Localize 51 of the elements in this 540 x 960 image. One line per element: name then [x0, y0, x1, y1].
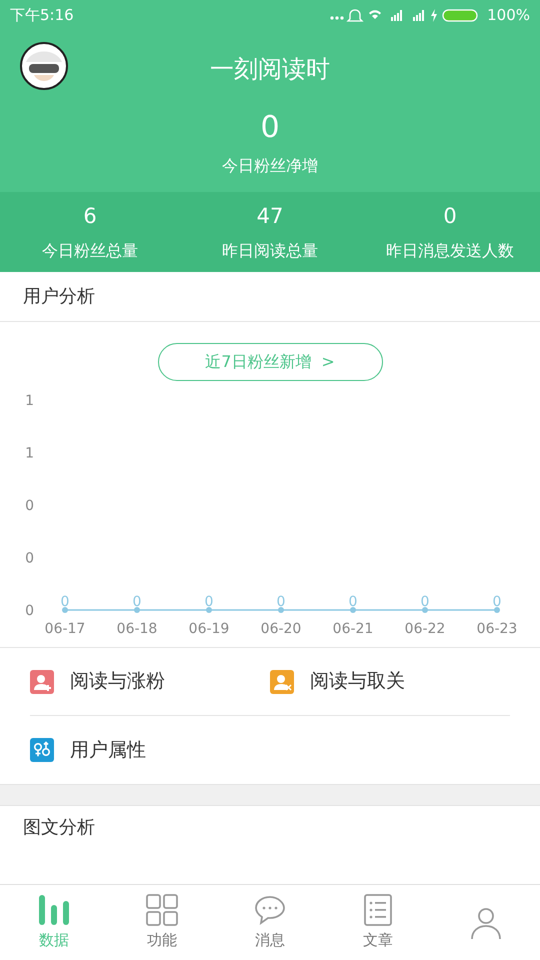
nav-tab[interactable]: 消息 [216, 885, 324, 960]
data-label: 0 [420, 594, 430, 610]
x-tick-label: 06-19 [188, 621, 230, 637]
account-title: 一刻阅读时 [210, 54, 330, 85]
analysis-link[interactable]: 阅读与取关 [270, 667, 510, 696]
nav-tab[interactable]: 文章 [324, 885, 432, 960]
stat-value: 47 [256, 203, 284, 230]
data-label: 0 [492, 594, 502, 610]
chat-bubble-icon [253, 893, 287, 928]
net-growth-label: 今日粉丝净增 [222, 155, 318, 177]
y-tick-label: 1 [25, 393, 34, 409]
stat-value: 0 [443, 203, 457, 230]
grid-icon [145, 893, 179, 928]
person-icon [469, 906, 503, 940]
data-point [134, 607, 140, 613]
data-point [278, 607, 284, 613]
stat-value: 6 [83, 203, 97, 230]
data-label: 0 [276, 594, 286, 610]
data-point [62, 607, 68, 613]
x-tick-label: 06-17 [44, 621, 86, 637]
analysis-link[interactable]: 阅读与涨粉 [30, 667, 270, 696]
y-tick-label: 0 [25, 550, 34, 566]
data-label: 0 [348, 594, 358, 610]
x-tick-label: 06-20 [260, 621, 302, 637]
data-point [206, 607, 212, 613]
stat-label: 昨日阅读总量 [222, 240, 318, 262]
stat-label: 今日粉丝总量 [42, 240, 138, 262]
data-label: 0 [204, 594, 214, 610]
avatar[interactable] [20, 42, 68, 90]
data-point [350, 607, 356, 613]
nav-tab[interactable]: 功能 [108, 885, 216, 960]
bar-chart-icon [37, 893, 71, 928]
net-growth-value: 0 [260, 109, 280, 147]
data-label: 0 [60, 594, 70, 610]
status-time: 下午5:16 [10, 4, 74, 26]
y-tick-label: 1 [25, 446, 34, 462]
stat-label: 昨日消息发送人数 [386, 240, 514, 262]
section-title: 图文分析 [23, 817, 95, 838]
x-tick-label: 06-22 [404, 621, 446, 637]
data-label: 0 [132, 594, 142, 610]
x-tick-label: 06-18 [116, 621, 158, 637]
data-point [494, 607, 500, 613]
section-title: 用户分析 [23, 285, 95, 309]
document-icon [361, 893, 395, 928]
x-tick-label: 06-23 [476, 621, 518, 637]
y-tick-label: 0 [25, 603, 34, 619]
battery-percent: 100% [487, 4, 530, 26]
x-tick-label: 06-21 [332, 621, 374, 637]
data-point [422, 607, 428, 613]
y-tick-label: 0 [25, 498, 34, 514]
analysis-link[interactable]: 用户属性 [30, 736, 146, 764]
